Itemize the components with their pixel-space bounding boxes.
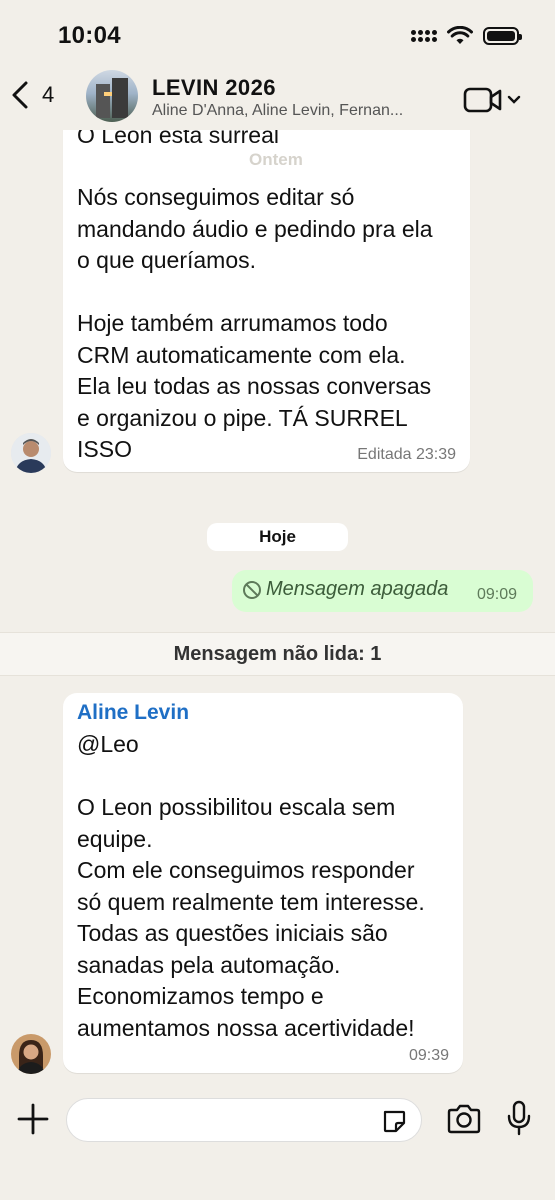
group-members[interactable]: Aline D'Anna, Aline Levin, Fernan... (152, 102, 437, 120)
chevron-left-icon (12, 81, 28, 109)
signal-icon (411, 30, 437, 42)
sender-avatar[interactable] (11, 433, 51, 473)
message-time: 09:39 (408, 1047, 449, 1064)
group-title[interactable]: LEVIN 2026 (152, 75, 276, 101)
camera-icon[interactable] (446, 1104, 482, 1134)
video-call-button[interactable] (463, 86, 521, 114)
message-body: Nós conseguimos editar só mandando áudio… (77, 184, 433, 462)
sender-avatar[interactable] (11, 1034, 51, 1074)
deleted-message-text: Mensagem apagada (266, 578, 449, 600)
chevron-down-icon (507, 95, 521, 104)
back-button[interactable]: 4 (10, 80, 54, 110)
unread-messages-divider: Mensagem não lida: 1 (0, 632, 555, 676)
plus-icon[interactable] (16, 1102, 50, 1136)
status-time: 10:04 (58, 22, 121, 49)
wifi-icon (447, 26, 473, 44)
group-avatar[interactable] (86, 70, 138, 122)
message-text-field[interactable] (83, 1099, 383, 1141)
message-input[interactable] (66, 1098, 422, 1142)
status-icons (411, 26, 522, 46)
battery-icon (483, 27, 522, 45)
message-bubble-outgoing-deleted[interactable]: Mensagem apagada 09:09 (232, 570, 533, 612)
chat-header: 4 LEVIN 2026 Aline D'Anna, Aline Levin, … (0, 62, 555, 130)
microphone-icon[interactable] (506, 1100, 532, 1136)
unread-chats-count: 4 (42, 82, 55, 107)
message-time: 09:09 (476, 586, 517, 603)
message-input-bar (0, 1082, 555, 1200)
deleted-icon (243, 581, 261, 599)
sticker-icon[interactable] (381, 1108, 407, 1134)
message-meta: Editada 23:39 (357, 446, 456, 463)
message-bubble-incoming[interactable]: Aline Levin @Leo O Leon possibilitou esc… (63, 693, 463, 1073)
status-bar: 10:04 (0, 0, 555, 62)
video-camera-icon (463, 87, 502, 113)
message-bubble-incoming[interactable]: O Leon esta surreal Ontem Nós conseguimo… (63, 100, 470, 472)
sender-name[interactable]: Aline Levin (77, 701, 189, 725)
message-body: @Leo O Leon possibilitou escala sem equi… (77, 731, 425, 1041)
date-separator: Hoje (207, 523, 348, 551)
floating-date-label: Ontem (249, 150, 303, 169)
